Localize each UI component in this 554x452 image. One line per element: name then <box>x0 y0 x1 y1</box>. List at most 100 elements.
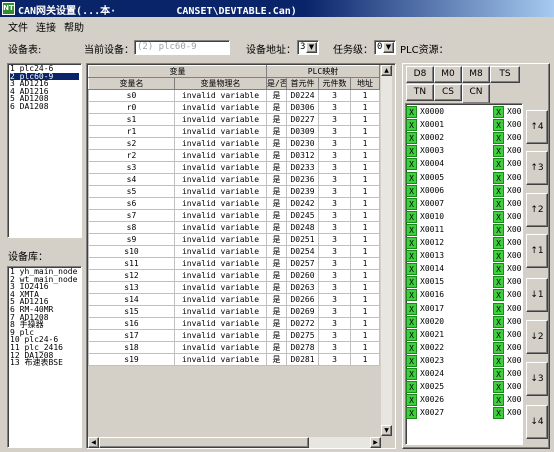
element-count-cell[interactable]: 3 <box>318 341 351 354</box>
element-count-cell[interactable]: 3 <box>318 161 351 174</box>
checked-icon[interactable]: X <box>406 302 417 315</box>
element-count-cell[interactable]: 3 <box>318 353 351 366</box>
address-cell[interactable]: 1 <box>349 305 381 318</box>
physical-name-cell[interactable]: invalid variable <box>174 125 267 138</box>
first-element-cell[interactable]: D0263 <box>286 281 319 294</box>
var-name-cell[interactable]: s15 <box>88 305 175 318</box>
scroll-right-icon[interactable]: ▶ <box>370 437 381 448</box>
scroll-left-icon[interactable]: ◀ <box>88 437 99 448</box>
tab-ts[interactable]: TS <box>490 66 520 83</box>
var-name-cell[interactable]: s10 <box>88 245 175 258</box>
first-element-cell[interactable]: D0257 <box>286 257 319 270</box>
checked-icon[interactable]: X <box>406 263 417 276</box>
checked-icon[interactable]: X <box>493 407 504 420</box>
enabled-cell[interactable]: 是 <box>266 137 287 150</box>
plc-address-row[interactable]: X X0002 X X00 <box>406 132 522 145</box>
first-element-cell[interactable]: D0230 <box>286 137 319 150</box>
grid-horizontal-scrollbar[interactable]: ◀ ▶ <box>88 437 381 448</box>
enabled-cell[interactable]: 是 <box>266 173 287 186</box>
element-count-cell[interactable]: 3 <box>318 221 351 234</box>
first-element-cell[interactable]: D0275 <box>286 329 319 342</box>
plc-address-row[interactable]: X X0022 X X00 <box>406 341 522 354</box>
enabled-cell[interactable]: 是 <box>266 293 287 306</box>
checked-icon[interactable]: X <box>493 381 504 394</box>
address-cell[interactable]: 1 <box>349 113 381 126</box>
first-element-cell[interactable]: D0236 <box>286 173 319 186</box>
tab-cn-active[interactable]: CN <box>462 84 490 103</box>
tab-cs[interactable]: CS <box>434 84 462 101</box>
physical-name-cell[interactable]: invalid variable <box>174 197 267 210</box>
element-count-cell[interactable]: 3 <box>318 173 351 186</box>
task-dropdown-icon[interactable]: ▼ <box>383 42 394 53</box>
checked-icon[interactable]: X <box>493 184 504 197</box>
var-name-cell[interactable]: r1 <box>88 125 175 138</box>
physical-name-cell[interactable]: invalid variable <box>174 137 267 150</box>
checked-icon[interactable]: X <box>493 158 504 171</box>
address-cell[interactable]: 1 <box>349 173 381 186</box>
physical-name-cell[interactable]: invalid variable <box>174 89 267 102</box>
plc-address-row[interactable]: X X0023 X X00 <box>406 354 522 367</box>
address-cell[interactable]: 1 <box>349 341 381 354</box>
checked-icon[interactable]: X <box>406 407 417 420</box>
checked-icon[interactable]: X <box>493 276 504 289</box>
first-element-cell[interactable]: D0245 <box>286 209 319 222</box>
physical-name-cell[interactable]: invalid variable <box>174 293 267 306</box>
var-name-cell[interactable]: s14 <box>88 293 175 306</box>
address-cell[interactable]: 1 <box>349 185 381 198</box>
page-down-2-button[interactable]: ↓2 <box>526 320 548 354</box>
col-header-address[interactable]: 地址 <box>349 77 381 90</box>
first-element-cell[interactable]: D0309 <box>286 125 319 138</box>
enabled-cell[interactable]: 是 <box>266 101 287 114</box>
device-item[interactable]: 6 DA1208 <box>10 103 79 111</box>
checked-icon[interactable]: X <box>493 197 504 210</box>
var-name-cell[interactable]: s19 <box>88 353 175 366</box>
address-cell[interactable]: 1 <box>349 329 381 342</box>
checked-icon[interactable]: X <box>406 341 417 354</box>
address-dropdown-icon[interactable]: ▼ <box>306 42 317 53</box>
checked-icon[interactable]: X <box>493 394 504 407</box>
address-cell[interactable]: 1 <box>349 89 381 102</box>
plc-address-row[interactable]: X X0001 X X00 <box>406 119 522 132</box>
checked-icon[interactable]: X <box>493 171 504 184</box>
checked-icon[interactable]: X <box>406 145 417 158</box>
checked-icon[interactable]: X <box>493 341 504 354</box>
plc-address-row[interactable]: X X0005 X X00 <box>406 171 522 184</box>
checked-icon[interactable]: X <box>493 250 504 263</box>
table-row[interactable]: r0 invalid variable 是 D0306 3 1 <box>88 101 381 114</box>
var-name-cell[interactable]: s17 <box>88 329 175 342</box>
var-name-cell[interactable]: r2 <box>88 149 175 162</box>
checked-icon[interactable]: X <box>493 328 504 341</box>
enabled-cell[interactable]: 是 <box>266 185 287 198</box>
physical-name-cell[interactable]: invalid variable <box>174 341 267 354</box>
checked-icon[interactable]: X <box>493 368 504 380</box>
physical-name-cell[interactable]: invalid variable <box>174 257 267 270</box>
first-element-cell[interactable]: D0260 <box>286 269 319 282</box>
enabled-cell[interactable]: 是 <box>266 329 287 342</box>
var-name-cell[interactable]: s9 <box>88 233 175 246</box>
current-device-field[interactable]: (2) plc60-9 <box>134 40 230 55</box>
address-cell[interactable]: 1 <box>349 317 381 330</box>
checked-icon[interactable]: X <box>406 276 417 289</box>
var-name-cell[interactable]: s3 <box>88 161 175 174</box>
enabled-cell[interactable]: 是 <box>266 221 287 234</box>
var-name-cell[interactable]: s16 <box>88 317 175 330</box>
plc-address-row[interactable]: X X0016 X X00 <box>406 289 522 302</box>
checked-icon[interactable]: X <box>406 289 417 302</box>
table-row[interactable]: s13 invalid variable 是 D0263 3 1 <box>88 281 381 294</box>
table-row[interactable]: s15 invalid variable 是 D0269 3 1 <box>88 305 381 318</box>
address-cell[interactable]: 1 <box>349 197 381 210</box>
physical-name-cell[interactable]: invalid variable <box>174 353 267 366</box>
page-down-1-button[interactable]: ↓1 <box>526 278 548 312</box>
table-row[interactable]: r2 invalid variable 是 D0312 3 1 <box>88 149 381 162</box>
plc-address-row[interactable]: X X0020 X X00 <box>406 315 522 328</box>
menu-help[interactable]: 帮助 <box>64 19 84 34</box>
first-element-cell[interactable]: D0269 <box>286 305 319 318</box>
scroll-down-icon[interactable]: ▼ <box>381 425 392 436</box>
page-up-2-button[interactable]: ↑2 <box>526 193 548 227</box>
physical-name-cell[interactable]: invalid variable <box>174 149 267 162</box>
enabled-cell[interactable]: 是 <box>266 353 287 366</box>
checked-icon[interactable]: X <box>493 119 504 132</box>
element-count-cell[interactable]: 3 <box>318 257 351 270</box>
element-count-cell[interactable]: 3 <box>318 317 351 330</box>
var-name-cell[interactable]: r0 <box>88 101 175 114</box>
